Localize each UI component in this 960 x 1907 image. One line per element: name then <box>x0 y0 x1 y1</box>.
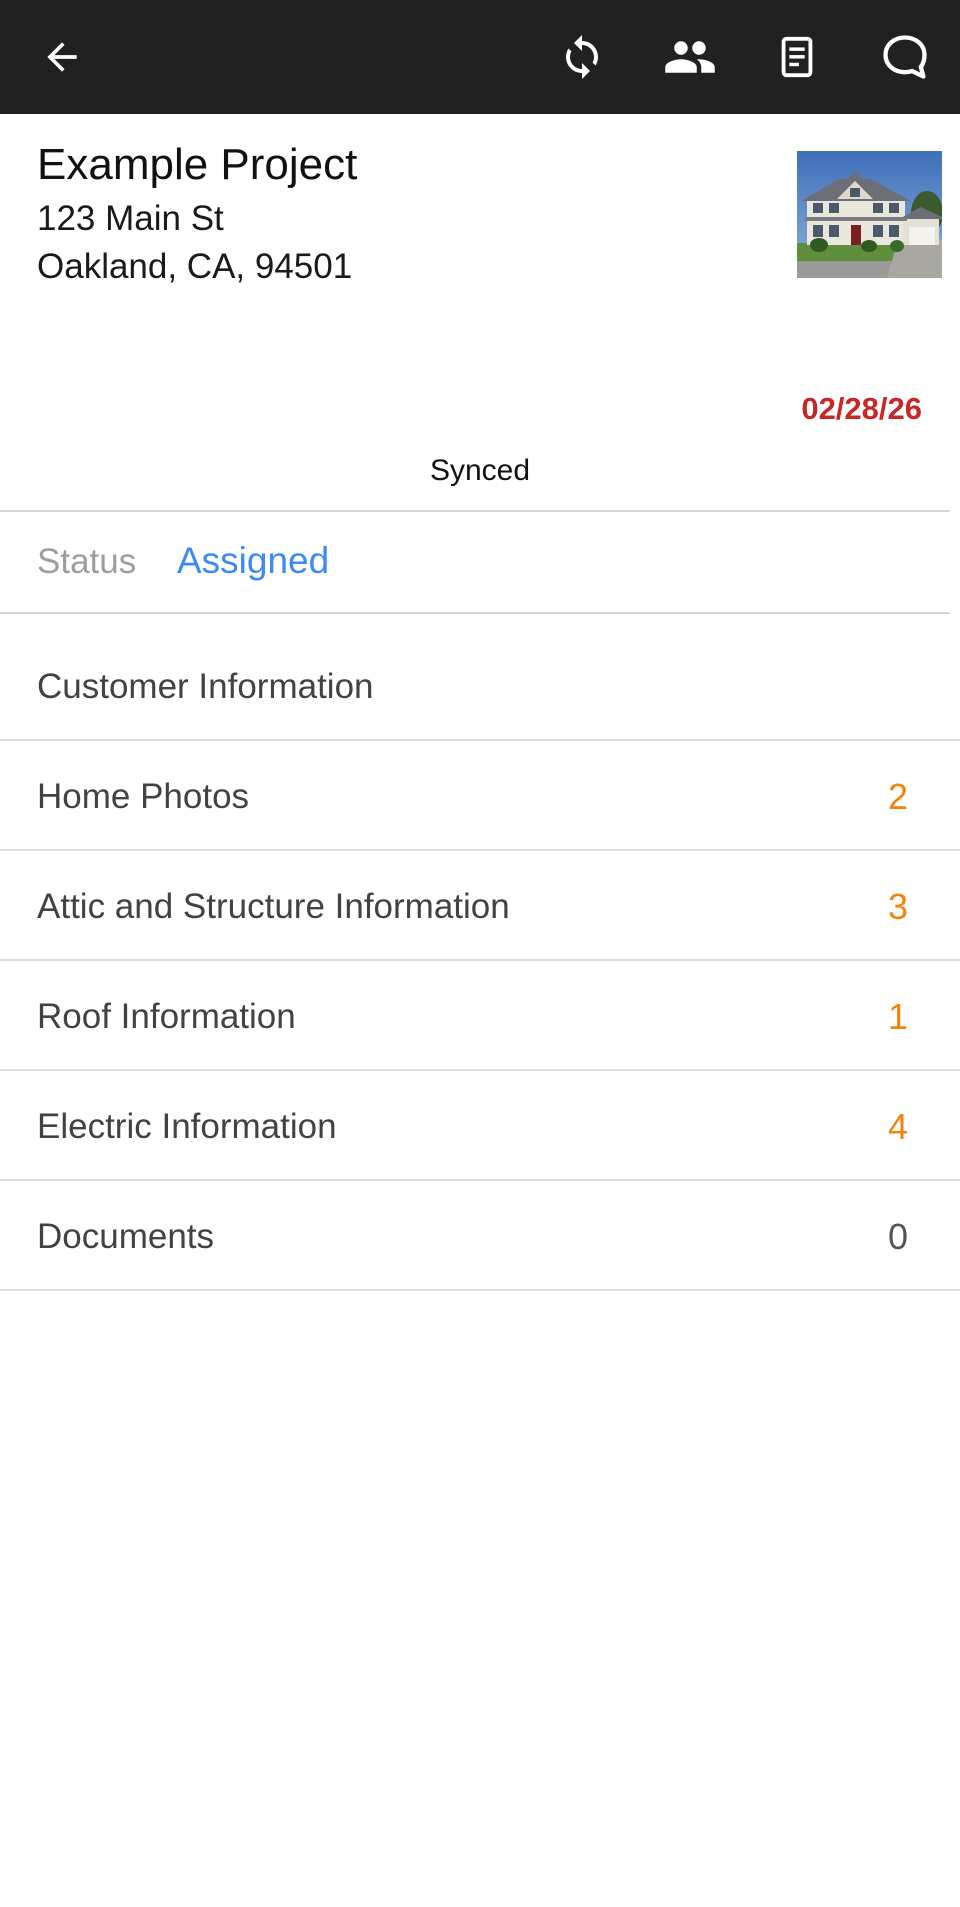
chat-button[interactable] <box>870 22 940 92</box>
section-row-roof-information[interactable]: Roof Information 1 <box>0 961 960 1071</box>
people-button[interactable] <box>655 22 725 92</box>
section-count: 1 <box>887 996 908 1037</box>
section-count: 3 <box>887 886 908 927</box>
section-count: 4 <box>887 1106 908 1147</box>
section-row-attic-structure[interactable]: Attic and Structure Information 3 <box>0 851 960 961</box>
people-icon <box>665 41 715 73</box>
due-date: 02/28/26 <box>801 391 922 426</box>
section-label: Customer Information <box>37 667 374 706</box>
house-thumbnail[interactable] <box>797 151 942 278</box>
status-label: Status <box>37 542 137 581</box>
house-photo-image <box>797 151 942 278</box>
section-label: Documents <box>37 1217 215 1256</box>
sync-button[interactable] <box>547 22 617 92</box>
document-icon <box>781 36 813 78</box>
sync-icon <box>566 35 598 79</box>
project-title: Example Project <box>37 140 358 189</box>
section-count: 0 <box>887 1216 908 1257</box>
section-row-customer-information[interactable]: Customer Information <box>0 614 960 741</box>
address-street: 123 Main St <box>37 199 224 238</box>
section-count: 2 <box>887 776 908 817</box>
notes-button[interactable] <box>762 22 832 92</box>
section-label: Roof Information <box>37 997 296 1036</box>
section-row-electric-information[interactable]: Electric Information 4 <box>0 1071 960 1181</box>
sync-status: Synced <box>429 454 531 487</box>
status-value[interactable]: Assigned <box>177 540 329 582</box>
section-label: Home Photos <box>37 777 250 816</box>
section-label: Electric Information <box>37 1107 337 1146</box>
arrow-left-icon <box>47 42 77 72</box>
chat-bubble-icon <box>883 35 927 79</box>
address-city: Oakland, CA, 94501 <box>37 247 353 286</box>
section-row-home-photos[interactable]: Home Photos 2 <box>0 741 960 851</box>
app-bar <box>0 0 960 114</box>
project-header: Example Project 123 Main St Oakland, CA,… <box>0 114 960 509</box>
back-button[interactable] <box>27 22 97 92</box>
section-label: Attic and Structure Information <box>37 887 510 926</box>
status-row[interactable]: Status Assigned <box>0 512 960 612</box>
section-row-documents[interactable]: Documents 0 <box>0 1181 960 1291</box>
